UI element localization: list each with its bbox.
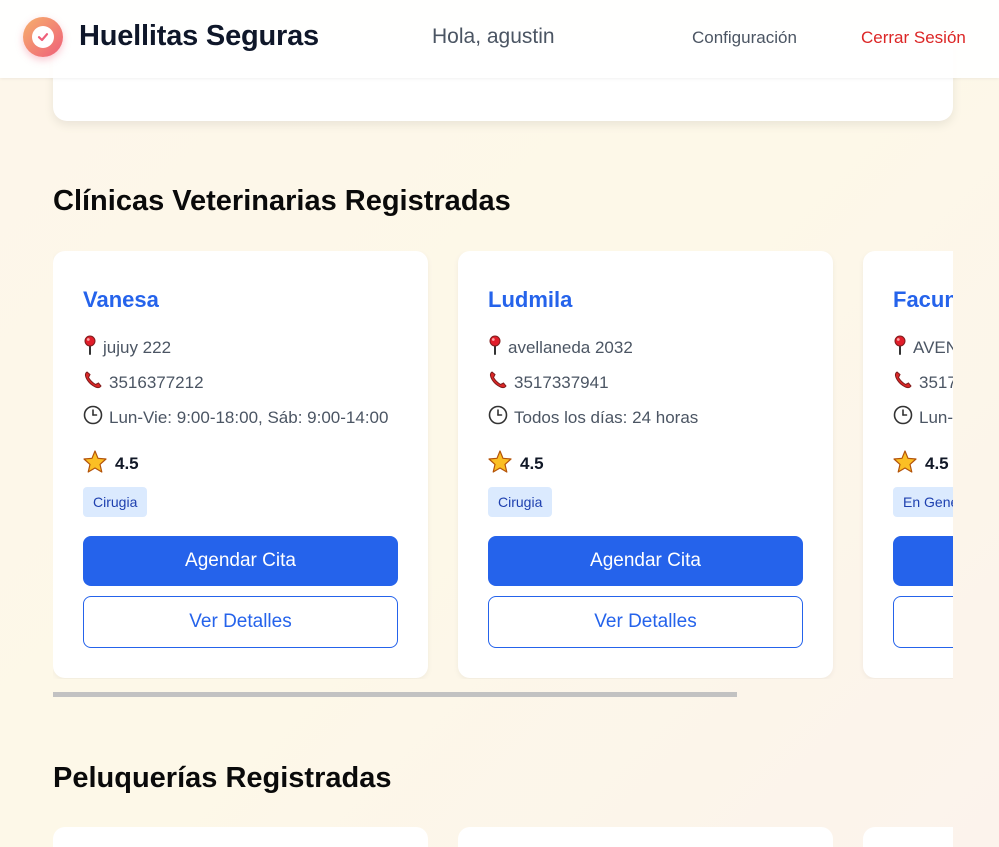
logo[interactable] bbox=[23, 17, 63, 57]
clinic-phone: 3517337941 bbox=[488, 370, 609, 395]
app-header: Huellitas Seguras Hola, agustin Configur… bbox=[0, 0, 999, 78]
clinic-rating: 4.5 bbox=[488, 450, 544, 478]
clinic-phone-text: 3517337941 bbox=[514, 372, 609, 392]
clinic-name[interactable]: Ludmila bbox=[488, 287, 572, 313]
clock-icon bbox=[893, 405, 913, 430]
clinic-address-text: jujuy 222 bbox=[103, 337, 172, 357]
star-icon bbox=[83, 450, 107, 478]
groomer-card bbox=[53, 827, 428, 847]
clinic-hours-text: Todos los días: 24 horas bbox=[514, 407, 699, 427]
schedule-appointment-button[interactable]: Agendar Cita bbox=[83, 536, 398, 586]
rating-value: 4.5 bbox=[520, 454, 544, 473]
clinic-name[interactable]: Facun bbox=[893, 287, 953, 313]
groomer-card bbox=[458, 827, 833, 847]
star-icon bbox=[893, 450, 917, 478]
greeting-text: Hola, agustin bbox=[432, 25, 555, 48]
clinic-rating: 4.5 bbox=[83, 450, 139, 478]
carousel-scrollbar[interactable] bbox=[53, 692, 953, 697]
clinic-address: AVEN bbox=[893, 335, 953, 360]
phone-icon bbox=[488, 370, 508, 395]
clinic-address-text: avellaneda 2032 bbox=[508, 337, 633, 357]
check-circle-icon bbox=[32, 26, 54, 48]
clinic-phone: 3516377212 bbox=[83, 370, 204, 395]
groomers-carousel[interactable] bbox=[53, 827, 953, 847]
specialty-tag: Cirugia bbox=[488, 487, 553, 517]
groomer-card bbox=[863, 827, 953, 847]
pin-icon bbox=[83, 335, 97, 360]
clinic-phone: 3517 bbox=[893, 370, 953, 395]
view-details-button[interactable]: Ver Detalles bbox=[488, 596, 803, 648]
clinics-section-title: Clínicas Veterinarias Registradas bbox=[53, 185, 511, 217]
star-icon bbox=[488, 450, 512, 478]
schedule-appointment-button[interactable]: Agendar Cita bbox=[893, 536, 953, 586]
pin-icon bbox=[488, 335, 502, 360]
groomers-section-title: Peluquerías Registradas bbox=[53, 762, 392, 794]
clinic-hours: Lun-Vie: 9:00-18:00, Sáb: 9:00-14:00 bbox=[83, 405, 388, 430]
clock-icon bbox=[83, 405, 103, 430]
scrollbar-thumb[interactable] bbox=[53, 692, 737, 697]
clinic-card: Vanesa jujuy 222 3516377212 Lun-Vie: 9:0… bbox=[53, 251, 428, 678]
schedule-appointment-button[interactable]: Agendar Cita bbox=[488, 536, 803, 586]
specialty-tag: En Gene bbox=[893, 487, 953, 517]
pin-icon bbox=[893, 335, 907, 360]
view-details-button[interactable]: Ver Detalles bbox=[83, 596, 398, 648]
clinic-rating: 4.5 bbox=[893, 450, 949, 478]
logout-link[interactable]: Cerrar Sesión bbox=[861, 28, 966, 48]
clock-icon bbox=[488, 405, 508, 430]
rating-value: 4.5 bbox=[115, 454, 139, 473]
specialty-tag: Cirugia bbox=[83, 487, 148, 517]
view-details-button[interactable]: Ver Detalles bbox=[893, 596, 953, 648]
settings-link[interactable]: Configuración bbox=[692, 28, 797, 48]
rating-value: 4.5 bbox=[925, 454, 949, 473]
clinic-hours: Lun- bbox=[893, 405, 953, 430]
clinic-phone-text: 3517 bbox=[919, 372, 953, 392]
clinics-track: Vanesa jujuy 222 3516377212 Lun-Vie: 9:0… bbox=[53, 251, 953, 678]
clinic-address: avellaneda 2032 bbox=[488, 335, 633, 360]
clinic-card: Ludmila avellaneda 2032 3517337941 Todos… bbox=[458, 251, 833, 678]
clinic-phone-text: 3516377212 bbox=[109, 372, 204, 392]
clinic-card: Facun AVEN 3517 Lun- 4.5 En Gene bbox=[863, 251, 953, 678]
brand-name: Huellitas Seguras bbox=[79, 20, 319, 52]
clinic-name[interactable]: Vanesa bbox=[83, 287, 159, 313]
clinic-hours-text: Lun-Vie: 9:00-18:00, Sáb: 9:00-14:00 bbox=[109, 407, 389, 427]
clinic-address: jujuy 222 bbox=[83, 335, 171, 360]
clinic-hours-text: Lun- bbox=[919, 407, 953, 427]
phone-icon bbox=[83, 370, 103, 395]
clinics-carousel[interactable]: Vanesa jujuy 222 3516377212 Lun-Vie: 9:0… bbox=[53, 251, 953, 679]
clinic-hours: Todos los días: 24 horas bbox=[488, 405, 698, 430]
clinic-address-text: AVEN bbox=[913, 337, 953, 357]
phone-icon bbox=[893, 370, 913, 395]
